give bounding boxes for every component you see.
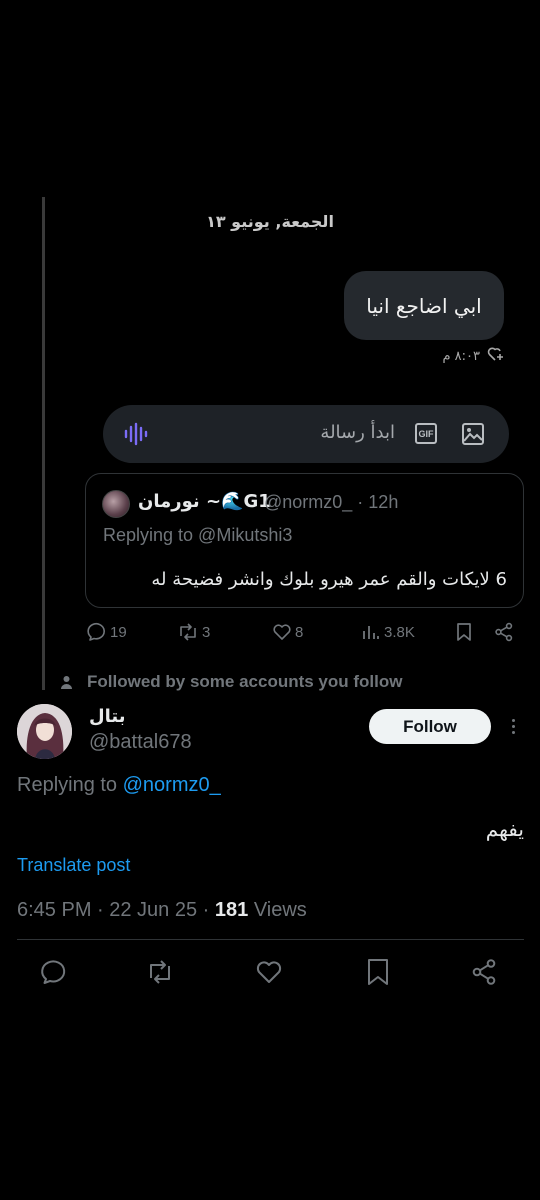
message-meta: ٨:٠٣ م <box>442 346 505 366</box>
quoted-author-avatar[interactable] <box>102 490 130 518</box>
message-text: ابي اضاجع انيا <box>366 293 482 318</box>
composer-placeholder[interactable]: ابدأ رسالة <box>320 422 395 443</box>
translate-post-link[interactable]: Translate post <box>17 855 130 876</box>
like-count: 8 <box>295 623 304 641</box>
post-time-date[interactable]: 6:45 PM · 22 Jun 25 · <box>17 899 215 921</box>
post-actions <box>0 958 540 990</box>
date-separator: الجمعة, يونيو ١٣ <box>206 212 334 231</box>
share-icon[interactable] <box>471 958 499 991</box>
author-avatar[interactable] <box>17 704 72 759</box>
gif-icon[interactable]: GIF <box>415 423 437 444</box>
post-text: يفهم <box>485 817 524 841</box>
post-timestamp: 6:45 PM · 22 Jun 25 · 181 Views <box>17 899 307 922</box>
reply-icon[interactable] <box>40 958 68 991</box>
quoted-post[interactable]: نورمان ~🌊G1 @normz0_ · 12h Replying to @… <box>85 473 524 608</box>
repost-icon <box>180 623 196 641</box>
author-name[interactable]: بتال <box>89 706 125 727</box>
repost-action[interactable]: 3 <box>177 622 210 642</box>
heart-plus-icon[interactable] <box>487 346 505 366</box>
image-icon[interactable] <box>461 422 485 451</box>
share-action[interactable] <box>494 622 514 642</box>
mic-icon[interactable] <box>123 422 149 451</box>
message-time: ٨:٠٣ م <box>442 348 480 364</box>
message-bubble[interactable]: ابي اضاجع انيا <box>344 271 504 340</box>
social-context-text: Followed by some accounts you follow <box>87 672 403 691</box>
reply-action[interactable]: 19 <box>87 622 127 642</box>
views-action[interactable]: 3.8K <box>361 622 415 642</box>
like-action[interactable]: 8 <box>272 622 303 642</box>
bookmark-icon <box>457 623 471 641</box>
like-icon <box>273 624 291 640</box>
social-context: Followed by some accounts you follow <box>60 672 402 692</box>
quoted-post-text: 6 لايكات والقم عمر هيرو بلوك وانشر فضيحة… <box>151 569 507 590</box>
quoted-post-actions: 19 3 8 3.8K <box>0 622 540 646</box>
replying-prefix: Replying to <box>17 774 118 796</box>
author-handle[interactable]: @battal678 <box>89 731 192 754</box>
more-icon[interactable] <box>505 716 521 738</box>
views-count: 3.8K <box>384 623 415 641</box>
bookmark-icon[interactable] <box>366 958 390 991</box>
share-icon <box>495 622 513 642</box>
reply-icon <box>87 623 105 641</box>
post-views-count: 181 <box>214 899 249 921</box>
quoted-replying-to: Replying to @Mikutshi3 <box>103 525 293 545</box>
post-views-label: Views <box>248 899 307 921</box>
person-icon <box>61 676 72 689</box>
message-composer[interactable]: ابدأ رسالة GIF <box>103 405 509 463</box>
reply-count: 19 <box>110 623 127 641</box>
bookmark-action[interactable] <box>455 622 473 642</box>
like-icon[interactable] <box>255 958 283 991</box>
views-icon <box>363 626 379 639</box>
follow-button[interactable]: Follow <box>369 709 491 744</box>
quoted-author-handle: @normz0_ · 12h <box>264 492 399 512</box>
repost-count: 3 <box>202 623 211 641</box>
repost-icon[interactable] <box>145 958 175 991</box>
replying-mention-link[interactable]: @normz0_ <box>123 774 221 796</box>
quoted-author-name[interactable]: نورمان ~🌊G1 <box>138 491 271 512</box>
replying-to: Replying to @normz0_ <box>17 774 221 797</box>
divider <box>17 939 524 940</box>
thread-line <box>42 197 45 690</box>
